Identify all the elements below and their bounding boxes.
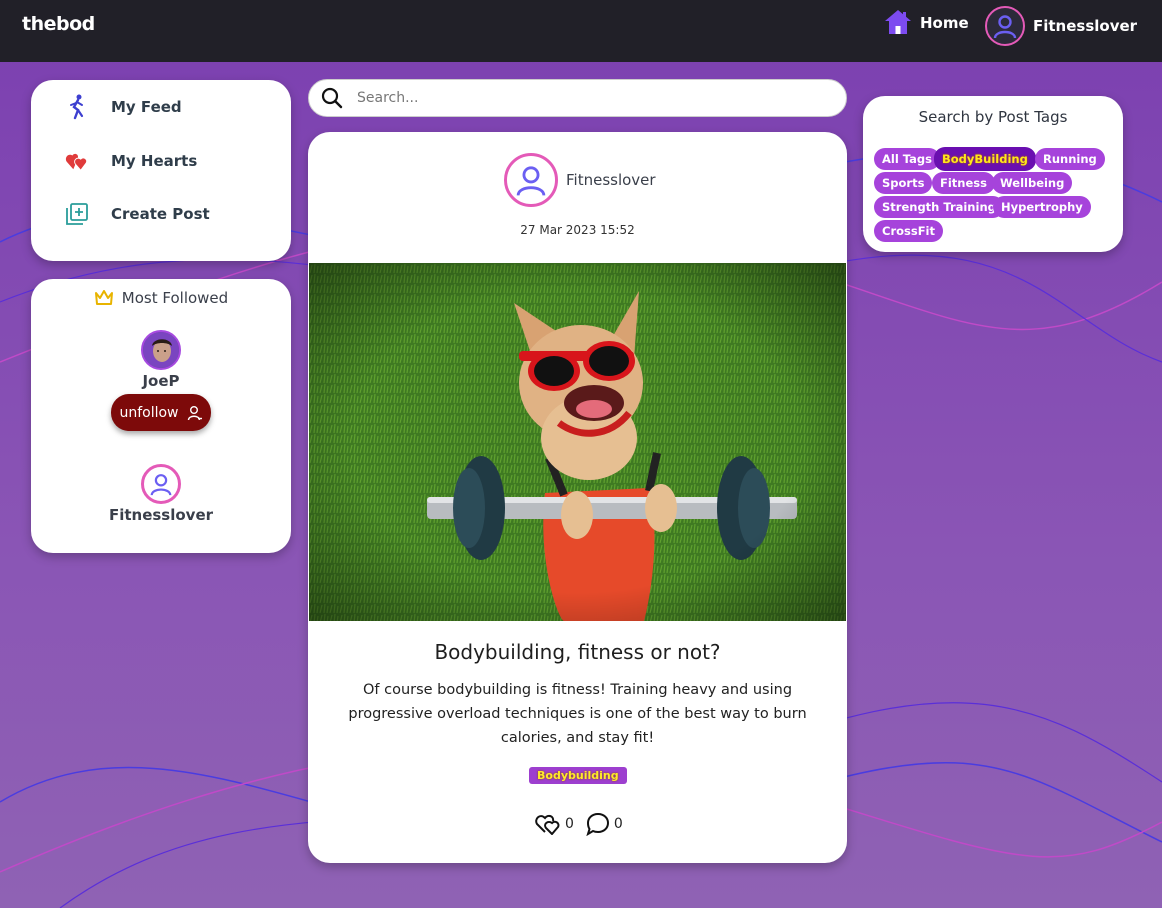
unfollow-label: unfollow <box>119 404 179 421</box>
nav-home-label: Home <box>920 14 969 32</box>
user-icon <box>516 166 546 196</box>
post-author[interactable]: Fitnesslover <box>504 153 656 207</box>
follower-name[interactable]: Fitnesslover <box>109 506 213 524</box>
tags-panel: Search by Post Tags All Tags BodyBuildin… <box>863 96 1123 252</box>
tag-hypertrophy[interactable]: Hypertrophy <box>993 196 1091 218</box>
tag-all-tags[interactable]: All Tags <box>874 148 940 170</box>
tag-wellbeing[interactable]: Wellbeing <box>992 172 1073 194</box>
user-photo-avatar[interactable] <box>141 330 181 370</box>
follower-item: JoeP unfollow <box>31 330 291 431</box>
sidebar-item-label: My Hearts <box>111 152 198 170</box>
post-body: Of course bodybuilding is fitness! Train… <box>348 682 807 746</box>
sidebar-menu: My Feed My Hearts Create Post <box>31 80 291 261</box>
tags-panel-title: Search by Post Tags <box>918 108 1068 126</box>
follower-item: Fitnesslover <box>31 464 291 524</box>
comment-icon[interactable] <box>586 812 610 836</box>
search-bar <box>308 79 847 117</box>
hearts-icon <box>65 149 89 173</box>
search-icon <box>321 87 343 109</box>
search-input[interactable] <box>357 90 817 106</box>
tag-crossfit[interactable]: CrossFit <box>874 220 943 242</box>
most-followed-header: Most Followed <box>31 289 291 307</box>
tag-fitness[interactable]: Fitness <box>932 172 995 194</box>
nav-home-link[interactable]: Home <box>884 9 969 35</box>
user-avatar[interactable] <box>141 464 181 504</box>
most-followed-panel: Most Followed JoeP unfollow Fitnesslover <box>31 279 291 553</box>
crown-icon <box>94 290 113 305</box>
top-navbar: thebod Home Fitnesslover <box>0 0 1162 62</box>
tag-sports[interactable]: Sports <box>874 172 933 194</box>
follower-name[interactable]: JoeP <box>142 372 179 390</box>
runner-icon <box>65 94 89 120</box>
home-icon <box>885 10 911 34</box>
sidebar-item-label: Create Post <box>111 205 210 223</box>
heart-icon[interactable] <box>535 813 561 835</box>
comments-count: 0 <box>613 816 623 832</box>
hearts-count: 0 <box>565 816 574 832</box>
post-actions: 0 0 <box>535 812 631 836</box>
add-post-icon <box>65 202 89 226</box>
remove-user-icon <box>187 405 202 420</box>
nav-user-profile[interactable]: Fitnesslover <box>985 6 1137 46</box>
most-followed-title: Most Followed <box>121 289 229 307</box>
post-tag[interactable]: Bodybuilding <box>529 767 627 784</box>
nav-user-label: Fitnesslover <box>1033 17 1138 35</box>
tag-strength-training[interactable]: Strength Training <box>874 196 1004 218</box>
nav-avatar <box>985 6 1025 46</box>
post-author-name: Fitnesslover <box>566 171 656 189</box>
sidebar-item-create-post[interactable]: Create Post <box>65 202 210 226</box>
post-date: 27 Mar 2023 15:52 <box>520 223 635 237</box>
sidebar-item-my-feed[interactable]: My Feed <box>65 94 182 120</box>
user-icon <box>993 15 1017 39</box>
post-title: Bodybuilding, fitness or not? <box>434 640 721 664</box>
post-image <box>309 263 846 621</box>
post-card: Fitnesslover 27 Mar 2023 15:52 Bodybuild… <box>308 132 847 863</box>
user-icon <box>150 474 172 496</box>
sidebar-item-my-hearts[interactable]: My Hearts <box>65 149 197 173</box>
unfollow-button[interactable]: unfollow <box>111 394 211 431</box>
sidebar-item-label: My Feed <box>111 98 182 116</box>
tag-running[interactable]: Running <box>1035 148 1105 170</box>
post-author-avatar <box>504 153 558 207</box>
app-logo[interactable]: thebod <box>22 13 95 35</box>
tag-bodybuilding[interactable]: BodyBuilding <box>934 147 1036 171</box>
